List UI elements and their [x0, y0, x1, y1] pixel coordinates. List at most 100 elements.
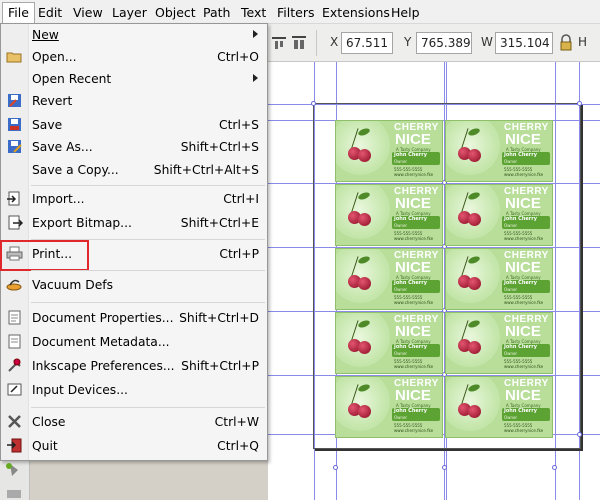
align-icon[interactable] [270, 34, 288, 52]
card-web: www.cherrynice.fke [504, 236, 544, 241]
guide-handle[interactable] [333, 465, 338, 470]
business-card[interactable]: CHERRY NICE A Tasty Company John Cherry … [445, 376, 553, 438]
menu-item-shortcut: Shift+Ctrl+Alt+S [153, 163, 259, 177]
business-card[interactable]: CHERRY NICE A Tasty Company John Cherry … [445, 312, 553, 374]
menu-view-label: View [73, 5, 103, 20]
menu-edit[interactable]: Edit [33, 4, 67, 21]
menu-item-label: Input Devices... [32, 383, 128, 397]
menu-object[interactable]: Object [150, 4, 201, 21]
menu-item-close[interactable]: Close Ctrl+W [3, 411, 265, 433]
business-card[interactable]: CHERRY NICE A Tasty Company John Cherry … [335, 184, 443, 246]
canvas[interactable]: CHERRY NICE A Tasty Company John Cherry … [268, 62, 600, 500]
x-field[interactable]: 67.511 [341, 32, 393, 54]
guide-handle[interactable] [311, 101, 316, 106]
menu-help[interactable]: Help [386, 4, 425, 21]
y-field[interactable]: 765.389 [416, 32, 472, 54]
menu-item-inkscape-preferences[interactable]: Inkscape Preferences... Shift+Ctrl+P [3, 355, 265, 377]
menu-file[interactable]: File [2, 2, 35, 24]
menu-item-document-properties[interactable]: Document Properties... Shift+Ctrl+D [3, 307, 265, 329]
business-card-grid[interactable]: CHERRY NICE A Tasty Company John Cherry … [335, 120, 555, 444]
menu-item-label: Save [32, 118, 63, 132]
w-value: 315.104 [500, 36, 550, 50]
menu-item-label: Open Recent [32, 72, 112, 86]
vacuum-icon [6, 279, 22, 291]
card-role: Owner [394, 351, 408, 356]
cherry-icon [358, 405, 371, 418]
menu-item-label: New [32, 28, 59, 42]
metadata-icon [8, 334, 21, 349]
menu-filters-label: Filters [277, 5, 315, 20]
business-card[interactable]: CHERRY NICE A Tasty Company John Cherry … [335, 312, 443, 374]
page-shadow [315, 449, 583, 451]
close-icon [8, 415, 21, 428]
card-contact: 555-555-5555 www.cherrynice.fke [394, 295, 433, 305]
menu-item-shortcut: Ctrl+P [219, 247, 259, 261]
menu-object-label: Object [155, 5, 196, 20]
distribute-icon[interactable] [290, 34, 308, 52]
menu-item-label: Document Properties... [32, 311, 174, 325]
brand-line2: NICE [505, 131, 541, 148]
business-card[interactable]: CHERRY NICE A Tasty Company John Cherry … [445, 120, 553, 182]
menu-item-quit[interactable]: Quit Ctrl+Q [3, 435, 265, 457]
menu-separator [31, 270, 265, 271]
menu-item-save-as[interactable]: Save As... Shift+Ctrl+S [3, 136, 265, 158]
business-card[interactable]: CHERRY NICE A Tasty Company John Cherry … [445, 248, 553, 310]
brand-line2: NICE [395, 387, 431, 404]
menu-path[interactable]: Path [198, 4, 235, 21]
menu-item-vacuum-defs[interactable]: Vacuum Defs [3, 274, 265, 296]
export-icon [8, 215, 23, 230]
guide-handle[interactable] [552, 465, 557, 470]
menu-text[interactable]: Text [236, 4, 271, 21]
menu-item-open-recent[interactable]: Open Recent [3, 68, 265, 90]
paint-bucket-icon[interactable] [4, 460, 26, 500]
menu-item-revert[interactable]: Revert [3, 90, 265, 112]
menu-item-save-copy[interactable]: Save a Copy... Shift+Ctrl+Alt+S [3, 159, 265, 181]
print-highlight-box [0, 240, 89, 271]
guide-handle[interactable] [577, 101, 582, 106]
business-card[interactable]: CHERRY NICE A Tasty Company John Cherry … [335, 120, 443, 182]
menu-item-import[interactable]: Import... Ctrl+I [3, 188, 265, 210]
file-menu-dropdown: New Open... Ctrl+O Open Recent Revert Sa… [0, 23, 268, 461]
menu-item-shortcut: Ctrl+S [219, 118, 259, 132]
menu-item-shortcut: Ctrl+I [223, 192, 259, 206]
toolbar-separator [316, 30, 317, 56]
card-name: John Cherry [504, 152, 537, 158]
menu-item-label: Revert [32, 94, 73, 108]
menu-item-save[interactable]: Save Ctrl+S [3, 114, 265, 136]
business-card[interactable]: CHERRY NICE A Tasty Company John Cherry … [445, 184, 553, 246]
menu-item-shortcut: Shift+Ctrl+D [179, 311, 259, 325]
card-role: Owner [504, 415, 518, 420]
w-label: W [481, 35, 493, 49]
w-field[interactable]: 315.104 [495, 32, 553, 54]
cherry-icon [358, 213, 371, 226]
brand-line2: NICE [395, 131, 431, 148]
menu-view[interactable]: View [68, 4, 108, 21]
card-role: Owner [394, 223, 408, 228]
cherry-icon [468, 341, 481, 354]
submenu-arrow-icon [253, 30, 258, 38]
menu-layer[interactable]: Layer [107, 4, 152, 21]
card-name: John Cherry [394, 344, 427, 350]
y-value: 765.389 [421, 36, 471, 50]
menu-item-export-bitmap[interactable]: Export Bitmap... Shift+Ctrl+E [3, 212, 265, 234]
menu-path-label: Path [203, 5, 231, 20]
menu-item-new[interactable]: New [3, 24, 265, 46]
menu-item-open[interactable]: Open... Ctrl+O [3, 46, 265, 68]
menu-filters[interactable]: Filters [272, 4, 319, 21]
menu-item-input-devices[interactable]: Input Devices... [3, 379, 265, 401]
quit-icon [7, 438, 22, 453]
business-card[interactable]: CHERRY NICE A Tasty Company John Cherry … [335, 248, 443, 310]
menu-item-document-metadata[interactable]: Document Metadata... [3, 331, 265, 353]
brand-line2: NICE [505, 259, 541, 276]
guide-handle[interactable] [442, 465, 447, 470]
card-role: Owner [394, 159, 408, 164]
card-name: John Cherry [504, 408, 537, 414]
business-card[interactable]: CHERRY NICE A Tasty Company John Cherry … [335, 376, 443, 438]
menu-extensions[interactable]: Extensions [317, 4, 395, 21]
card-name: John Cherry [504, 344, 537, 350]
guide-handle[interactable] [577, 432, 582, 437]
lock-icon[interactable] [557, 34, 575, 52]
menu-item-label: Export Bitmap... [32, 216, 132, 230]
card-web: www.cherrynice.fke [394, 364, 434, 369]
menu-edit-label: Edit [38, 5, 63, 20]
